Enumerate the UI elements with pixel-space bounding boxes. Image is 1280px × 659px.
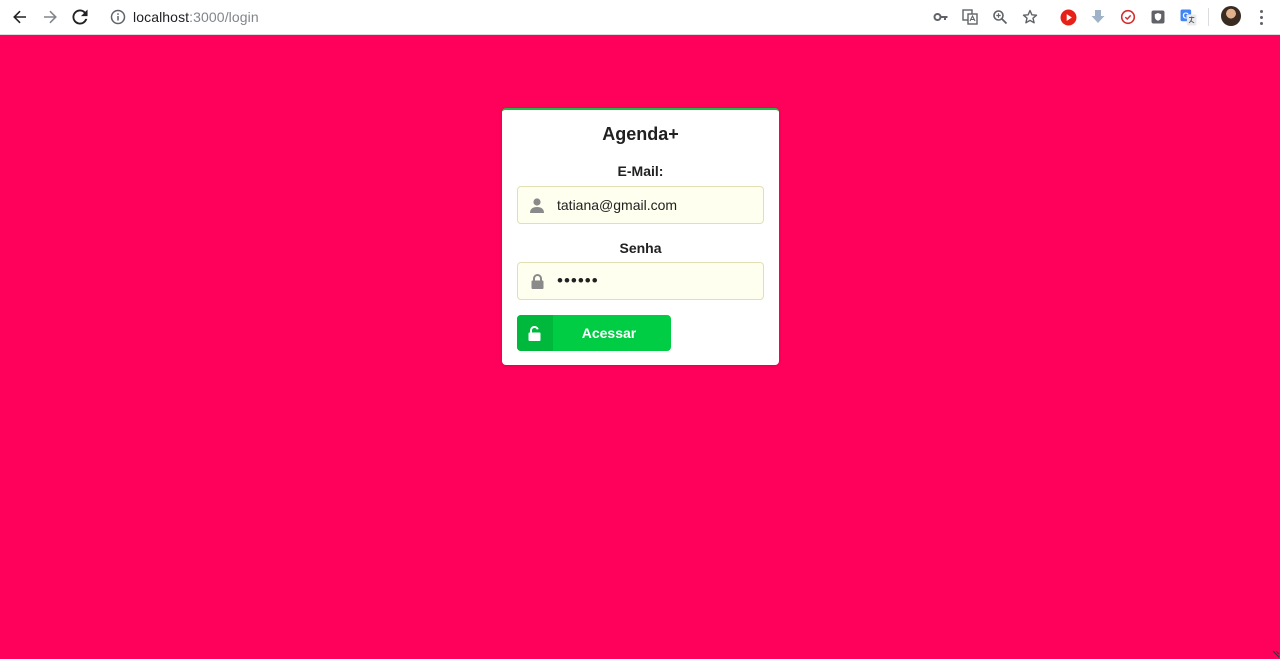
extension-download[interactable] (1089, 8, 1107, 26)
url-host: localhost (133, 9, 190, 25)
resize-corner-icon (1272, 651, 1280, 658)
login-card: Agenda+ E-Mail: Senha Acessar (502, 108, 779, 365)
extension-shield[interactable] (1149, 8, 1167, 26)
shield-icon (1151, 10, 1165, 24)
back-button[interactable] (7, 5, 33, 29)
star-icon (1022, 9, 1038, 24)
extension-youtube[interactable] (1059, 8, 1077, 26)
bookmark-button[interactable] (1021, 8, 1039, 26)
email-label: E-Mail: (617, 163, 664, 179)
menu-dot (1259, 9, 1263, 13)
download-arrow-icon (1091, 10, 1105, 23)
extension-timer[interactable] (1119, 8, 1137, 26)
password-label: Senha (619, 240, 662, 256)
password-input[interactable] (557, 271, 757, 291)
reload-icon (72, 9, 88, 25)
email-input[interactable] (557, 197, 757, 213)
lock-icon (518, 263, 556, 299)
google-translate-icon: G (1180, 9, 1196, 25)
menu-dot (1259, 15, 1263, 19)
zoom-icon (993, 10, 1008, 25)
forward-button[interactable] (37, 5, 63, 29)
key-icon (933, 13, 948, 21)
profile-avatar[interactable] (1221, 6, 1241, 26)
url-text: localhost:3000/login (133, 9, 259, 25)
password-key-button[interactable] (932, 8, 950, 26)
address-bar[interactable]: localhost:3000/login (104, 4, 904, 30)
arrow-left-icon (13, 10, 26, 24)
reload-button[interactable] (67, 5, 93, 29)
zoom-button[interactable] (991, 8, 1009, 26)
submit-button[interactable]: Acessar (517, 315, 671, 351)
translate-icon (962, 9, 978, 25)
toolbar-separator (1208, 8, 1209, 26)
app-title: Agenda+ (602, 124, 679, 144)
arrow-right-icon (44, 10, 57, 24)
email-field[interactable] (517, 186, 764, 224)
play-icon (1060, 9, 1076, 25)
browser-toolbar: localhost:3000/login G (0, 0, 1280, 35)
translate-button[interactable] (961, 8, 979, 26)
submit-button-label: Acessar (581, 325, 637, 341)
extension-google-translate[interactable]: G (1179, 8, 1197, 26)
menu-dot (1259, 21, 1263, 25)
info-icon[interactable] (110, 9, 126, 25)
clock-check-icon (1120, 9, 1136, 25)
url-path: :3000/login (189, 9, 259, 25)
browser-menu-button[interactable] (1252, 7, 1270, 27)
user-icon (518, 187, 556, 223)
password-field[interactable] (517, 262, 764, 300)
unlock-icon (517, 315, 553, 351)
